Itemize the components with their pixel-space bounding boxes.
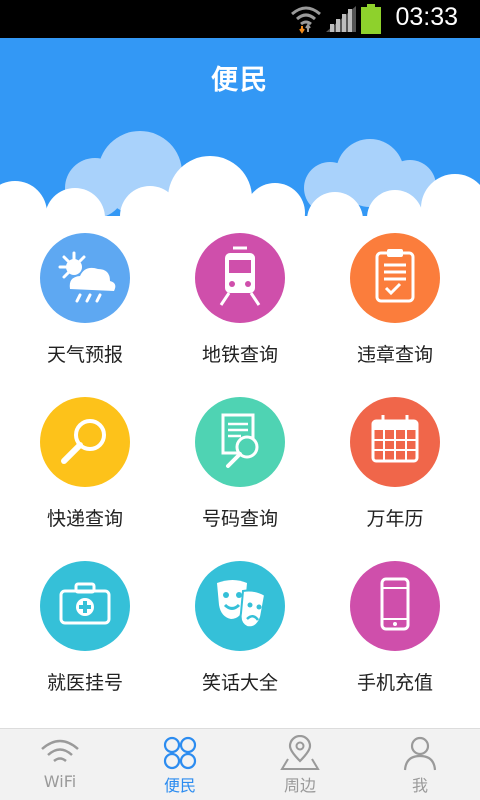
map-pin-icon [280,735,320,770]
grid-label: 就医挂号 [46,672,123,694]
header: 便民 [0,38,480,228]
grid-label: 笑话大全 [201,672,278,694]
tab-convenience[interactable]: 便民 [120,729,240,800]
bottom-tab-bar: WiFi 便民 周边 我 [0,728,480,800]
grid-item-violation[interactable]: 违章查询 [315,228,475,392]
grid-item-recharge[interactable]: 手机充值 [315,556,475,720]
grid-label: 地铁查询 [201,344,278,366]
status-time: 03:33 [395,3,458,31]
grid-item-express[interactable]: 快递查询 [5,392,165,556]
phone-icon [350,561,440,651]
grid-label: 手机充值 [356,672,433,694]
grid-label: 万年历 [366,508,424,530]
wifi-status-icon [291,6,321,34]
theater-masks-icon [195,561,285,651]
grid-label: 天气预报 [46,344,123,366]
medical-kit-icon [40,561,130,651]
wifi-icon [41,739,79,763]
clouds-decoration [0,131,480,228]
grid-item-calendar[interactable]: 万年历 [315,392,475,556]
tab-nearby[interactable]: 周边 [240,729,360,800]
magnifier-icon [40,397,130,487]
person-icon [403,736,437,771]
calendar-icon [350,397,440,487]
document-search-icon [195,397,285,487]
status-bar: 03:33 [0,0,480,38]
tab-label: WiFi [43,772,77,791]
tab-label: 我 [411,776,428,795]
grid-label: 违章查询 [356,344,433,366]
tab-wifi[interactable]: WiFi [0,729,120,800]
battery-icon [361,4,381,34]
tab-label: 周边 [283,776,316,795]
clipboard-icon [350,233,440,323]
tab-me[interactable]: 我 [360,729,480,800]
tab-label: 便民 [163,776,196,795]
page-title: 便民 [211,65,269,96]
grid-item-weather[interactable]: 天气预报 [5,228,165,392]
grid-label: 快递查询 [46,508,123,530]
subway-icon [195,233,285,323]
grid-item-jokes[interactable]: 笑话大全 [160,556,320,720]
signal-icon [326,6,356,32]
grid-label: 号码查询 [201,508,278,530]
four-circles-icon [163,736,197,770]
grid-item-subway[interactable]: 地铁查询 [160,228,320,392]
grid-item-number[interactable]: 号码查询 [160,392,320,556]
grid-item-hospital[interactable]: 就医挂号 [5,556,165,720]
weather-icon [40,233,130,323]
